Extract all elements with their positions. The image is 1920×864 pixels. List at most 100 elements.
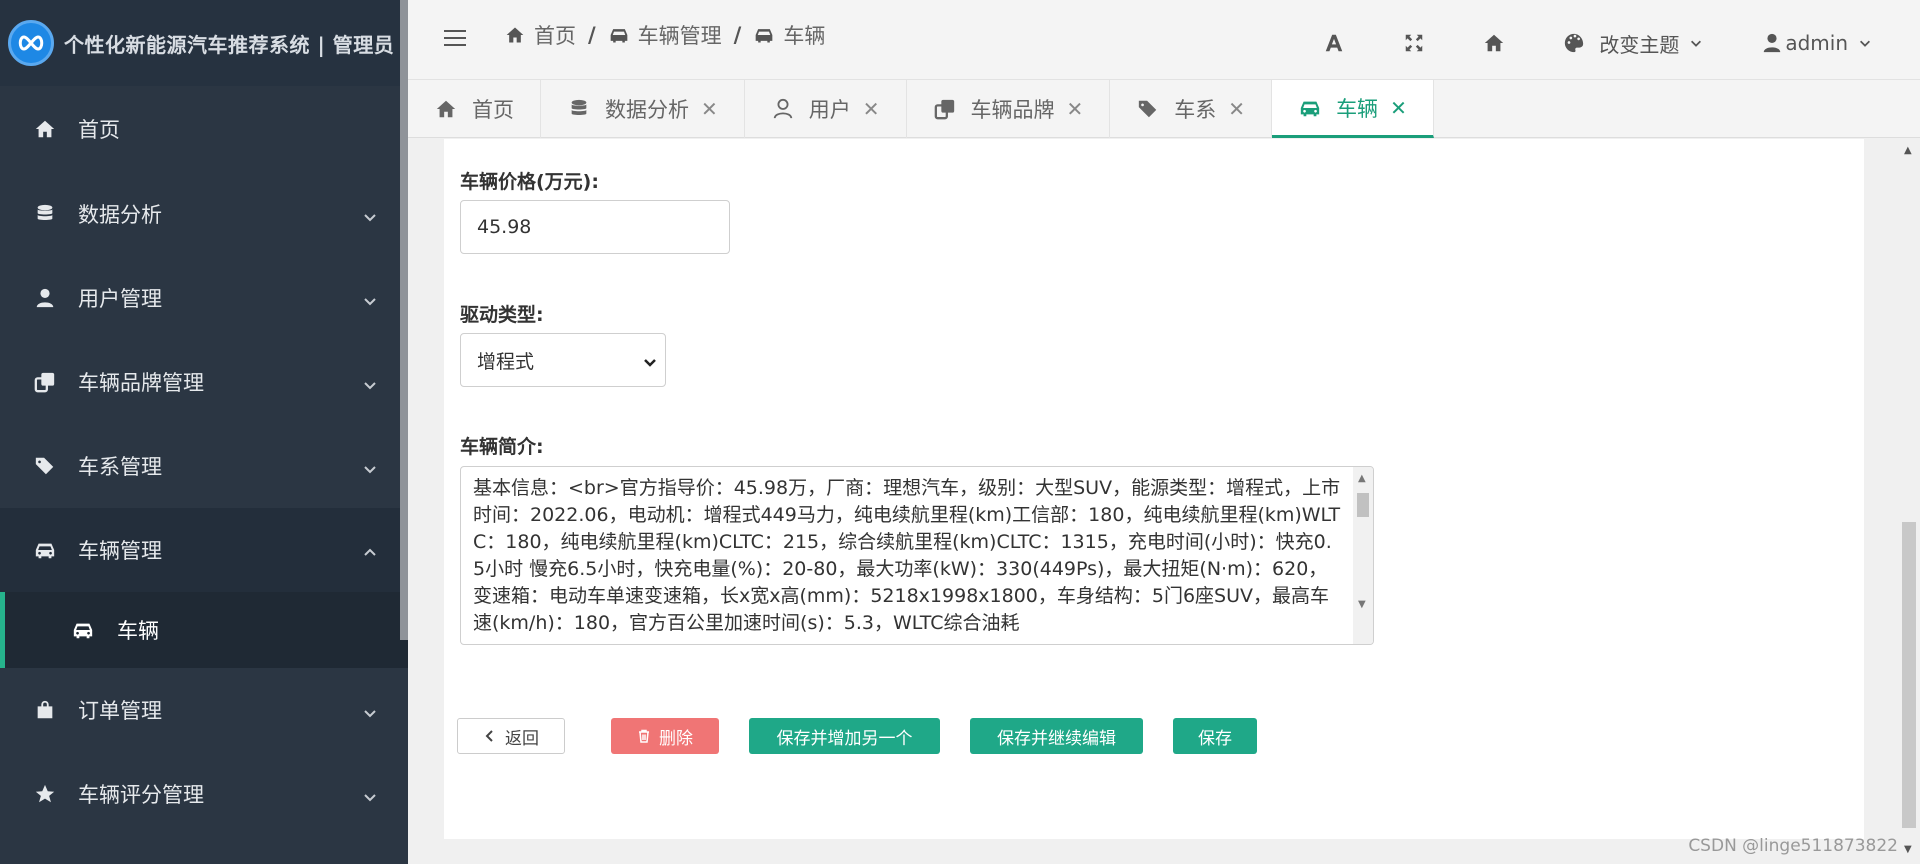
tab-home[interactable]: 首页 [408, 80, 541, 138]
star-icon [32, 781, 58, 807]
delete-button[interactable]: 删除 [611, 718, 719, 754]
scroll-down-icon[interactable]: ▼ [1358, 599, 1366, 610]
chevron-down-icon [362, 206, 378, 222]
sidebar-scrollbar[interactable] [400, 0, 408, 640]
back-button[interactable]: 返回 [457, 718, 565, 754]
sidebar-item-order-management[interactable]: 订单管理 [0, 668, 408, 752]
fullscreen-button[interactable] [1403, 32, 1425, 54]
save-and-continue-label: 保存并继续编辑 [997, 728, 1116, 749]
save-and-add-label: 保存并增加另一个 [776, 728, 913, 749]
tags-icon [1139, 100, 1157, 118]
page-scrollbar[interactable]: ▲ ▼ [1898, 139, 1920, 864]
sidebar-item-user-management[interactable]: 用户管理 [0, 256, 408, 340]
tab-brand[interactable]: 车辆品牌 ✕ [907, 80, 1111, 138]
sidebar-item-series-management[interactable]: 车系管理 [0, 424, 408, 508]
user-name-label: admin [1785, 31, 1848, 55]
home-icon [32, 116, 58, 142]
sidebar-item-label: 车系管理 [78, 455, 162, 479]
sidebar-item-label: 订单管理 [78, 699, 162, 723]
tab-bar: 首页 数据分析 ✕ 用户 ✕ 车辆品牌 ✕ 车系 ✕ 车辆 ✕ [408, 80, 1920, 138]
sidebar-menu: 首页 数据分析 用户管理 车辆品牌管理 车系管理 车辆管理 车辆 订单管理 车辆… [0, 86, 408, 836]
copy-icon [934, 99, 954, 120]
trash-icon [639, 729, 649, 743]
chevron-up-icon [362, 542, 378, 558]
breadcrumb-item-vehicle: 车辆 [753, 20, 825, 50]
close-icon[interactable]: ✕ [701, 97, 718, 121]
expand-icon [1406, 34, 1423, 52]
scroll-thumb[interactable] [1902, 522, 1916, 828]
sidebar-item-label: 车辆品牌管理 [78, 371, 204, 395]
breadcrumb-item-home[interactable]: 首页 [504, 20, 576, 50]
shopping-bag-icon [32, 697, 58, 723]
sidebar-item-home[interactable]: 首页 [0, 86, 408, 172]
sidebar: 个性化新能源汽车推荐系统 | 管理员 首页 数据分析 用户管理 车辆品牌管理 车… [0, 0, 408, 864]
sidebar-item-rating-management[interactable]: 车辆评分管理 [0, 752, 408, 836]
save-and-continue-button[interactable]: 保存并继续编辑 [970, 718, 1143, 754]
font-size-button[interactable] [1323, 32, 1345, 54]
chevron-down-icon [643, 353, 657, 375]
close-icon[interactable]: ✕ [1228, 97, 1245, 121]
font-icon [1326, 34, 1343, 52]
tab-user[interactable]: 用户 ✕ [745, 80, 907, 138]
hamburger-menu-icon[interactable] [444, 30, 466, 48]
drive-type-label: 驱动类型: [460, 304, 544, 326]
copy-icon [32, 369, 58, 395]
close-icon[interactable]: ✕ [1067, 97, 1084, 121]
tab-label: 车辆品牌 [970, 98, 1055, 122]
sidebar-item-label: 用户管理 [78, 287, 162, 311]
scroll-up-icon[interactable]: ▲ [1904, 145, 1912, 156]
back-label: 返回 [505, 728, 539, 749]
home-button[interactable] [1483, 32, 1505, 54]
tab-series[interactable]: 车系 ✕ [1110, 80, 1273, 138]
close-icon[interactable]: ✕ [1390, 96, 1407, 120]
chevron-down-icon [362, 458, 378, 474]
drive-type-select[interactable]: 增程式 [460, 333, 666, 387]
chevron-down-icon [362, 290, 378, 306]
car-icon [32, 537, 58, 563]
brand[interactable]: 个性化新能源汽车推荐系统 | 管理员 [0, 0, 408, 86]
sidebar-subitem-vehicle[interactable]: 车辆 [0, 592, 408, 668]
intro-label: 车辆简介: [460, 436, 544, 458]
sidebar-item-brand-management[interactable]: 车辆品牌管理 [0, 340, 408, 424]
close-icon[interactable]: ✕ [863, 97, 880, 121]
chevron-down-icon [1848, 31, 1872, 55]
intro-textarea[interactable]: 基本信息：<br>官方指导价：45.98万，厂商：理想汽车，级别：大型SUV，能… [460, 466, 1374, 645]
tab-data-analysis[interactable]: 数据分析 ✕ [541, 80, 745, 138]
chevron-down-icon [1679, 31, 1703, 55]
database-icon [32, 201, 58, 227]
textarea-scrollbar[interactable]: ▲ ▼ [1353, 467, 1373, 644]
car-icon [71, 617, 97, 643]
sidebar-item-label: 车辆评分管理 [78, 783, 204, 807]
breadcrumb-item-vehicle-management[interactable]: 车辆管理 [608, 20, 722, 50]
change-theme-button[interactable]: 改变主题 [1563, 29, 1703, 58]
breadcrumb-label: 车辆 [783, 24, 826, 48]
home-icon [436, 100, 456, 118]
user-icon [773, 98, 792, 119]
watermark: CSDN @linge511873822 [1688, 836, 1898, 856]
sidebar-item-data-analysis[interactable]: 数据分析 [0, 172, 408, 256]
database-icon [571, 99, 587, 115]
tab-label: 用户 [808, 98, 851, 122]
user-menu-button[interactable]: admin [1761, 31, 1872, 55]
sidebar-subitem-label: 车辆 [117, 619, 159, 643]
scroll-thumb[interactable] [1357, 493, 1369, 517]
breadcrumb-separator: / [733, 23, 742, 47]
scroll-down-icon[interactable]: ▼ [1904, 844, 1912, 855]
save-button[interactable]: 保存 [1173, 718, 1257, 754]
intro-text: 基本信息：<br>官方指导价：45.98万，厂商：理想汽车，级别：大型SUV，能… [473, 477, 1341, 634]
price-input[interactable] [460, 200, 730, 254]
car-icon [1300, 101, 1320, 116]
sidebar-item-vehicle-management[interactable]: 车辆管理 [0, 508, 408, 592]
user-icon [32, 285, 58, 311]
tab-vehicle[interactable]: 车辆 ✕ [1272, 80, 1434, 138]
top-header: 首页 / 车辆管理 / 车辆 改变主题 admin [408, 0, 1920, 80]
save-and-add-button[interactable]: 保存并增加另一个 [749, 718, 940, 754]
scroll-up-icon[interactable]: ▲ [1358, 473, 1366, 484]
header-tools: 改变主题 admin [1323, 26, 1920, 60]
infinity-logo-icon [8, 20, 54, 66]
car-icon [756, 29, 773, 43]
breadcrumb-separator: / [588, 23, 596, 47]
brand-title: 个性化新能源汽车推荐系统 | 管理员 [64, 32, 395, 57]
chevron-down-icon [362, 702, 378, 718]
chevron-left-icon [485, 730, 493, 742]
